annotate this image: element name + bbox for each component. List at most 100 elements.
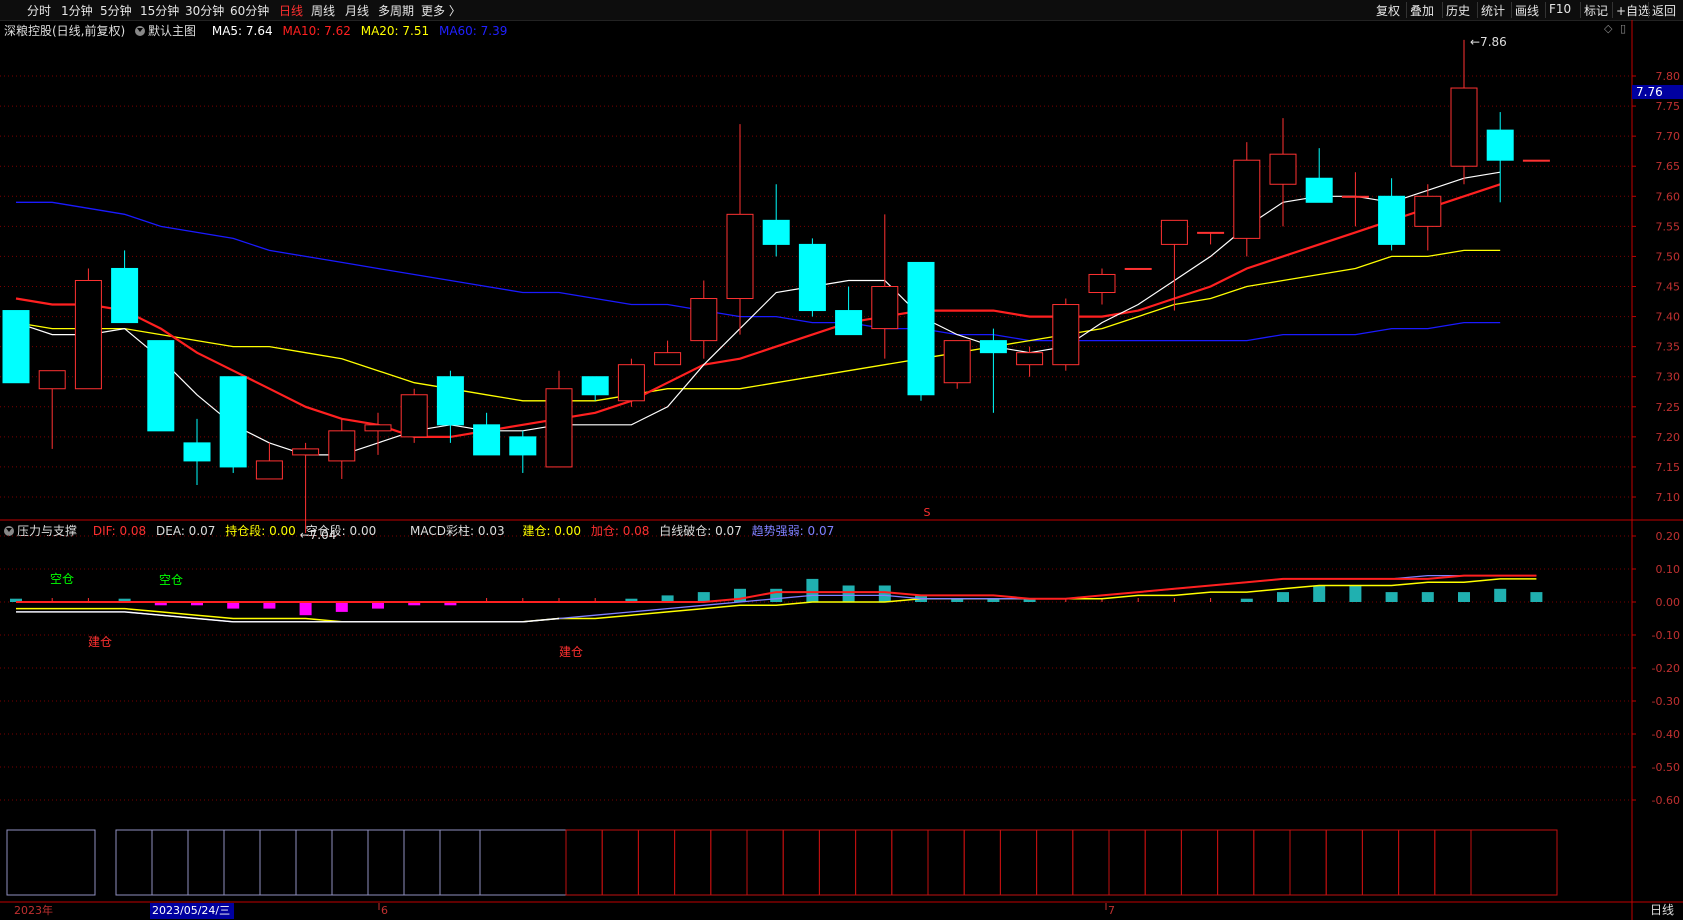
candle-up [364, 424, 392, 432]
price-tick-label: 7.80 [1656, 70, 1681, 83]
candle-down [219, 376, 247, 468]
candle-down [907, 261, 935, 396]
position-box-red [1361, 829, 1400, 896]
macd-bar-up [842, 585, 855, 602]
position-box [259, 829, 297, 896]
sub-tick-label: 0.10 [1656, 563, 1681, 576]
macd-bar-up [1421, 592, 1434, 602]
jiancang-label-2: 建仓 [559, 645, 583, 659]
price-tick-label: 7.35 [1656, 341, 1681, 354]
position-box-red [674, 829, 712, 896]
position-box-red [601, 829, 639, 896]
candle-up [726, 213, 754, 300]
dif-line [16, 574, 1537, 623]
candle-down [2, 310, 30, 384]
candle-down [436, 376, 464, 426]
sub-tick-label: -0.30 [1652, 695, 1680, 708]
position-box [403, 829, 441, 896]
position-box-red [637, 829, 676, 896]
price-tick-label: 7.60 [1656, 190, 1681, 203]
month-7-label: 7 [1108, 904, 1115, 917]
position-box [187, 829, 225, 896]
sub-tick-label: -0.20 [1652, 662, 1680, 675]
position-box [151, 829, 189, 896]
price-tick-label: 7.45 [1656, 281, 1681, 294]
candle-up [690, 298, 718, 342]
position-box-red [1072, 829, 1110, 896]
price-tick-label: 7.55 [1656, 220, 1681, 233]
position-box-red [1108, 829, 1146, 896]
month-6-label: 6 [381, 904, 388, 917]
price-tick-label: 7.20 [1656, 431, 1681, 444]
position-box [115, 829, 153, 896]
price-tick-label: 7.50 [1656, 250, 1681, 263]
candle-up [255, 460, 283, 480]
position-box-red [1325, 829, 1363, 896]
candle-down [183, 442, 211, 462]
position-box-red [1217, 829, 1255, 896]
candle-up [545, 388, 573, 468]
macd-bar-up [1530, 592, 1543, 602]
sub-tick-label: -0.40 [1652, 728, 1680, 741]
current-price-label: 7.76 [1636, 85, 1663, 99]
sub-tick-label: -0.50 [1652, 761, 1680, 774]
macd-bar-up [1313, 585, 1326, 602]
candle-up [400, 394, 428, 438]
candle-down [581, 376, 609, 396]
price-tick-label: 7.75 [1656, 100, 1681, 113]
candle-up [1341, 195, 1369, 198]
candle-up [1124, 267, 1152, 270]
price-tick-label: 7.10 [1656, 491, 1681, 504]
candle-up [1052, 304, 1080, 366]
ma60-line [16, 201, 1501, 342]
candle-up [1269, 153, 1297, 185]
kongcang-label-2: 空仓 [159, 573, 183, 587]
macd-bar-up [1494, 588, 1507, 602]
macd-bar-up [770, 588, 783, 602]
candle-down [1305, 177, 1333, 203]
sub-tick-label: -0.10 [1652, 629, 1680, 642]
candle-up [292, 448, 320, 456]
position-box [331, 829, 369, 896]
macd-bar-up [1385, 592, 1398, 602]
position-box [223, 829, 261, 896]
candle-up [1088, 273, 1116, 294]
position-box-red [565, 829, 603, 896]
position-box-red [999, 829, 1038, 896]
candle-up [38, 370, 66, 390]
position-box-red [1180, 829, 1219, 896]
candle-down [147, 340, 175, 432]
white-line [16, 611, 560, 623]
macd-bar-up [1277, 592, 1289, 602]
sub-tick-label: -0.60 [1652, 794, 1680, 807]
year-label: 2023年 [14, 903, 53, 917]
date-cursor-label: 2023/05/24/三 [152, 904, 230, 917]
candle-up [1414, 195, 1442, 227]
candle-up [1197, 231, 1225, 234]
position-box-red [818, 829, 857, 896]
position-box [6, 829, 96, 896]
macd-bar-down [335, 602, 348, 612]
candle-up [1450, 87, 1478, 167]
candle-up [328, 430, 356, 462]
position-box [479, 829, 567, 896]
position-box-red [746, 829, 784, 896]
position-box-red [1434, 829, 1472, 896]
period-label: 日线 [1650, 903, 1674, 917]
price-tick-label: 7.15 [1656, 461, 1681, 474]
macd-bar-down [299, 602, 312, 616]
macd-bar-up [1458, 592, 1470, 602]
candle-up [871, 286, 899, 330]
position-box-red [1289, 829, 1327, 896]
candle-down [509, 436, 537, 456]
macd-bar-up [1349, 585, 1362, 602]
sub-tick-label: 0.20 [1656, 530, 1681, 543]
kline-chart[interactable]: 7.80 7.75 7.70 7.65 7.60 7.55 7.50 7.45 7.40 7.35… [0, 0, 1683, 920]
candle-down [1378, 195, 1406, 245]
position-box-red [1036, 829, 1074, 896]
candle-down [111, 267, 139, 324]
candle-up [74, 279, 102, 390]
position-box-red [782, 829, 820, 896]
candle-down [979, 340, 1007, 354]
candle-down [835, 310, 863, 336]
